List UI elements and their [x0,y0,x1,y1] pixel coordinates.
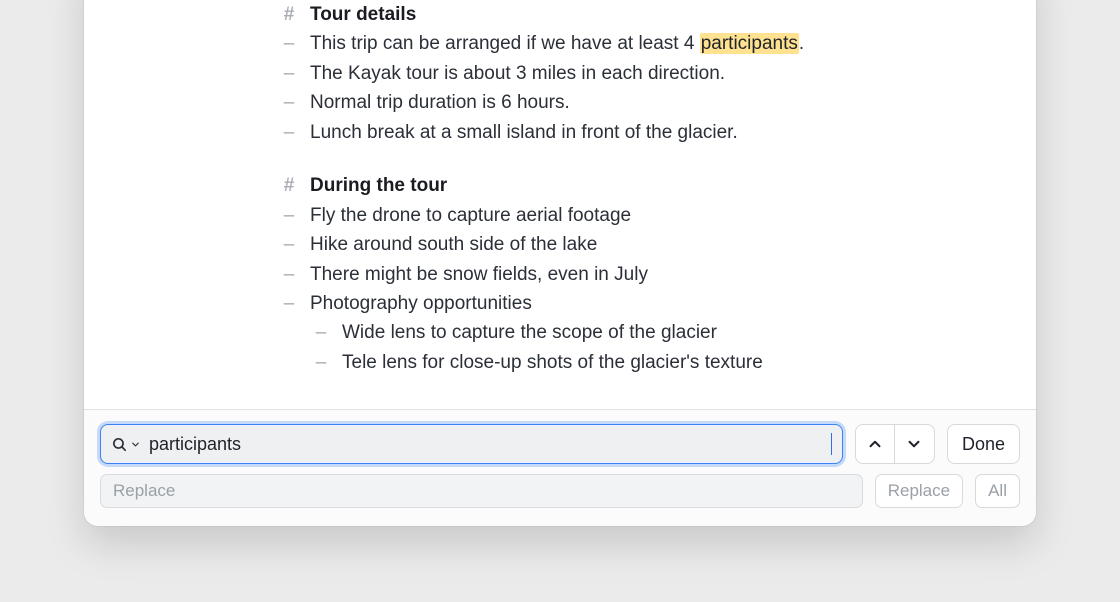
next-match-button[interactable] [895,424,935,464]
bullet-marker: – [282,230,296,259]
list-item-text: Wide lens to capture the scope of the gl… [342,318,1016,347]
done-button[interactable]: Done [947,424,1020,464]
find-input[interactable] [149,434,833,455]
list-item-text: Lunch break at a small island in front o… [310,118,1016,147]
search-highlight: participants [700,33,799,54]
list-item: – Normal trip duration is 6 hours. [282,88,1016,117]
list-item: – Fly the drone to capture aerial footag… [282,201,1016,230]
bullet-marker: – [314,318,328,347]
list-item: – Tele lens for close-up shots of the gl… [282,348,1016,377]
search-options-button[interactable] [111,436,149,453]
bullet-marker: – [282,29,296,58]
bullet-marker: – [282,289,296,318]
list-item-text: Photography opportunities [310,289,1016,318]
bullet-marker: – [282,201,296,230]
bullet-marker: – [282,260,296,289]
list-item: – Lunch break at a small island in front… [282,118,1016,147]
heading-text: Tour details [310,0,416,29]
list-item-text: This trip can be arranged if we have at … [310,29,1016,58]
replace-input[interactable] [113,481,850,501]
find-row: Done [100,424,1020,464]
replace-all-button[interactable]: All [975,474,1020,508]
list-item: – Hike around south side of the lake [282,230,1016,259]
bullet-marker: – [282,88,296,117]
section-during-tour: # During the tour – Fly the drone to cap… [282,171,1016,377]
search-icon [111,436,128,453]
list-item-text: Fly the drone to capture aerial footage [310,201,1016,230]
heading-row: # Tour details [282,0,1016,29]
bullet-marker: – [282,59,296,88]
replace-button[interactable]: Replace [875,474,963,508]
heading-marker: # [282,0,296,29]
heading-row: # During the tour [282,171,1016,200]
list-item-text: Hike around south side of the lake [310,230,1016,259]
section-tour-details: # Tour details – This trip can be arrang… [282,0,1016,147]
chevron-down-icon [130,439,141,450]
replace-row: Replace All [100,474,1020,508]
replace-field[interactable] [100,474,863,508]
find-replace-bar: Done Replace All [84,409,1036,526]
heading-text: During the tour [310,171,447,200]
list-item-text: Normal trip duration is 6 hours. [310,88,1016,117]
bullet-marker: – [314,348,328,377]
bullet-marker: – [282,118,296,147]
list-item-text: The Kayak tour is about 3 miles in each … [310,59,1016,88]
list-item-text: Tele lens for close-up shots of the glac… [342,348,1016,377]
heading-marker: # [282,171,296,200]
document-body[interactable]: # Tour details – This trip can be arrang… [84,0,1036,409]
chevron-down-icon [905,435,923,453]
list-item: – Photography opportunities [282,289,1016,318]
list-item: – This trip can be arranged if we have a… [282,29,1016,58]
find-nav-segment [855,424,935,464]
list-item: – There might be snow fields, even in Ju… [282,260,1016,289]
previous-match-button[interactable] [855,424,895,464]
text-caret [831,433,832,455]
chevron-up-icon [866,435,884,453]
list-item: – The Kayak tour is about 3 miles in eac… [282,59,1016,88]
list-item-text: There might be snow fields, even in July [310,260,1016,289]
find-field[interactable] [100,424,843,464]
list-item: – Wide lens to capture the scope of the … [282,318,1016,347]
editor-window: # Tour details – This trip can be arrang… [84,0,1036,526]
